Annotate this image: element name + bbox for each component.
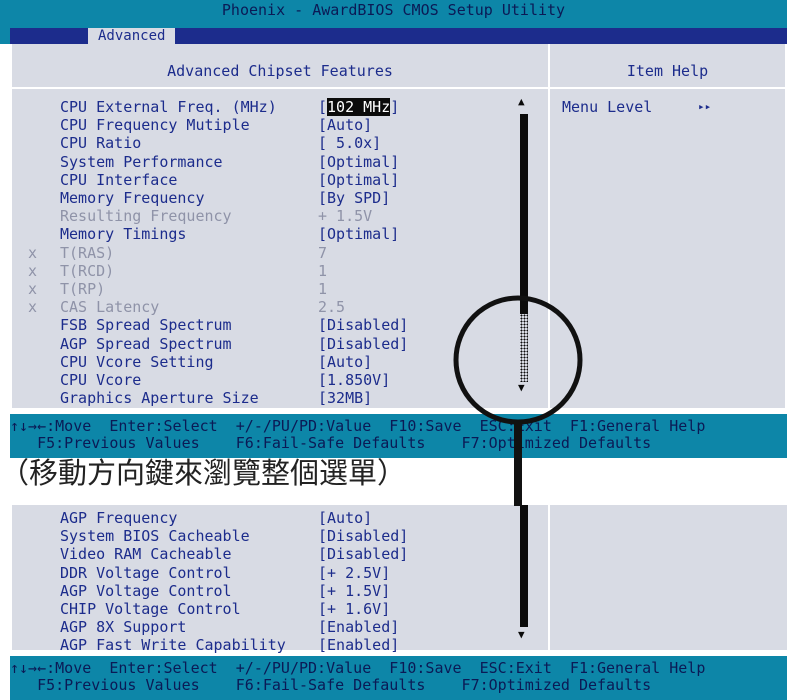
callout-overlay: [453, 295, 583, 506]
callout-circle: [453, 295, 583, 425]
callout-connector: [514, 422, 522, 506]
